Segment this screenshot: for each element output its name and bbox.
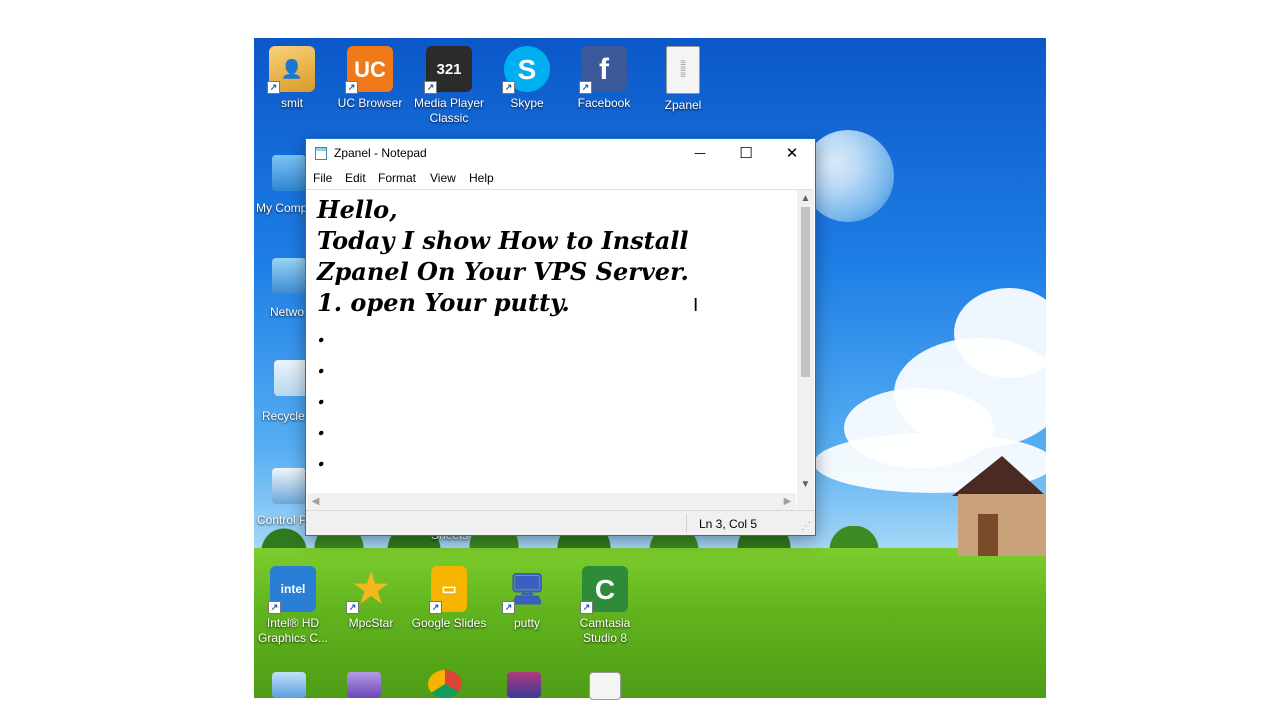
notepad-icon	[315, 147, 327, 160]
control-panel-icon[interactable]	[272, 468, 306, 504]
putty-icon: 🖥 ↗	[502, 566, 550, 614]
uc-browser-icon: UC ↗	[345, 46, 393, 94]
desktop-icon-intel-graphics[interactable]: intel ↗ Intel® HD Graphics C...	[253, 566, 333, 646]
icon-label: Intel® HD Graphics C...	[257, 616, 329, 645]
icon-label: Google Slides	[411, 616, 487, 630]
icon-label: Facebook	[577, 96, 631, 110]
recycle-bin-icon[interactable]	[274, 360, 308, 396]
minimize-button[interactable]: —	[677, 139, 723, 167]
desktop-icon-media-player-classic[interactable]: 321 ↗ Media Player Classic	[409, 46, 489, 126]
maximize-button[interactable]: ☐	[723, 139, 769, 167]
scroll-right-arrow-icon[interactable]: ▶	[779, 493, 796, 510]
scroll-left-arrow-icon[interactable]: ◀	[307, 493, 324, 510]
icon-label: Camtasia Studio 8	[579, 616, 631, 645]
scroll-down-arrow-icon[interactable]: ▼	[797, 476, 814, 493]
winrar-icon[interactable]	[507, 672, 541, 698]
chrome-icon[interactable]	[428, 670, 462, 698]
computer-icon[interactable]	[272, 155, 306, 191]
menu-edit[interactable]: Edit	[345, 171, 366, 185]
vertical-scrollbar[interactable]: ▲ ▼	[797, 190, 814, 493]
document-text[interactable]: Hello, Today I show How to Install Zpane…	[317, 194, 689, 473]
app-icon[interactable]	[272, 672, 306, 698]
menu-view[interactable]: View	[430, 171, 456, 185]
window-title: Zpanel - Notepad	[334, 146, 427, 160]
icon-label: putty	[513, 616, 540, 630]
mpcstar-icon: ★ ↗	[346, 566, 394, 614]
desktop-icon-my-computer-label: My Comp	[256, 201, 308, 215]
desktop-icon-camtasia[interactable]: C ↗ Camtasia Studio 8	[565, 566, 645, 646]
network-icon[interactable]	[272, 258, 306, 294]
icon-label: MpcStar	[348, 616, 394, 630]
user-folder-icon: 👤 ↗	[267, 46, 315, 94]
scroll-thumb[interactable]	[801, 207, 810, 377]
desktop-icon-recycle-label: Recycle	[262, 409, 305, 423]
text-cursor-icon: I	[693, 295, 699, 316]
icon-label: Skype	[510, 96, 544, 110]
desktop-icon-skype[interactable]: S ↗ Skype	[487, 46, 567, 111]
house	[952, 456, 1046, 556]
desktop-icon-zpanel[interactable]: ≡ ≡ ≡ Zpanel	[643, 46, 723, 113]
desktop-icon-smit[interactable]: 👤 ↗ smit	[252, 46, 332, 111]
desktop-icon-mpcstar[interactable]: ★ ↗ MpcStar	[331, 566, 411, 631]
intel-graphics-icon: intel ↗	[268, 566, 316, 614]
horizontal-scrollbar[interactable]: ◀ ▶	[307, 493, 796, 510]
text-editor[interactable]: Hello, Today I show How to Install Zpane…	[306, 189, 813, 510]
google-slides-icon: ▭ ↗	[429, 566, 467, 614]
icon-label: Media Player Classic	[413, 96, 485, 125]
scroll-corner	[797, 493, 814, 510]
text-file-icon: ≡ ≡ ≡	[666, 46, 700, 94]
icon-label: smit	[281, 96, 303, 110]
desktop-icon-network-label: Netwo	[270, 305, 305, 319]
desktop-icon-putty[interactable]: 🖥 ↗ putty	[487, 566, 567, 631]
icon-label: Zpanel	[664, 98, 702, 112]
camtasia-icon: C ↗	[580, 566, 628, 614]
text-file-icon[interactable]	[589, 672, 621, 700]
close-button[interactable]: ✕	[769, 139, 815, 167]
desktop-icon-facebook[interactable]: f ↗ Facebook	[564, 46, 644, 111]
desktop-icon-uc-browser[interactable]: UC ↗ UC Browser	[330, 46, 410, 111]
desktop-icon-google-slides[interactable]: ▭ ↗ Google Slides	[409, 566, 489, 631]
notepad-window[interactable]: Zpanel - Notepad — ☐ ✕ File Edit Format …	[305, 138, 816, 536]
status-divider	[686, 514, 687, 532]
menu-format[interactable]: Format	[378, 171, 416, 185]
facebook-icon: f ↗	[579, 46, 627, 94]
menu-bar: File Edit Format View Help	[306, 167, 815, 189]
status-bar: Ln 3, Col 5 ⋰	[306, 510, 815, 535]
skype-icon: S ↗	[502, 46, 550, 94]
title-bar[interactable]: Zpanel - Notepad — ☐ ✕	[306, 139, 815, 167]
menu-file[interactable]: File	[313, 171, 332, 185]
resize-grip-icon[interactable]: ⋰	[801, 521, 811, 532]
media-player-classic-icon: 321 ↗	[424, 46, 472, 94]
scroll-up-arrow-icon[interactable]: ▲	[797, 190, 814, 207]
media-icon[interactable]	[347, 672, 381, 698]
icon-label: UC Browser	[337, 96, 403, 110]
cursor-position: Ln 3, Col 5	[699, 517, 758, 531]
desktop-icon-control-panel-label: Control P	[257, 513, 308, 527]
menu-help[interactable]: Help	[469, 171, 494, 185]
